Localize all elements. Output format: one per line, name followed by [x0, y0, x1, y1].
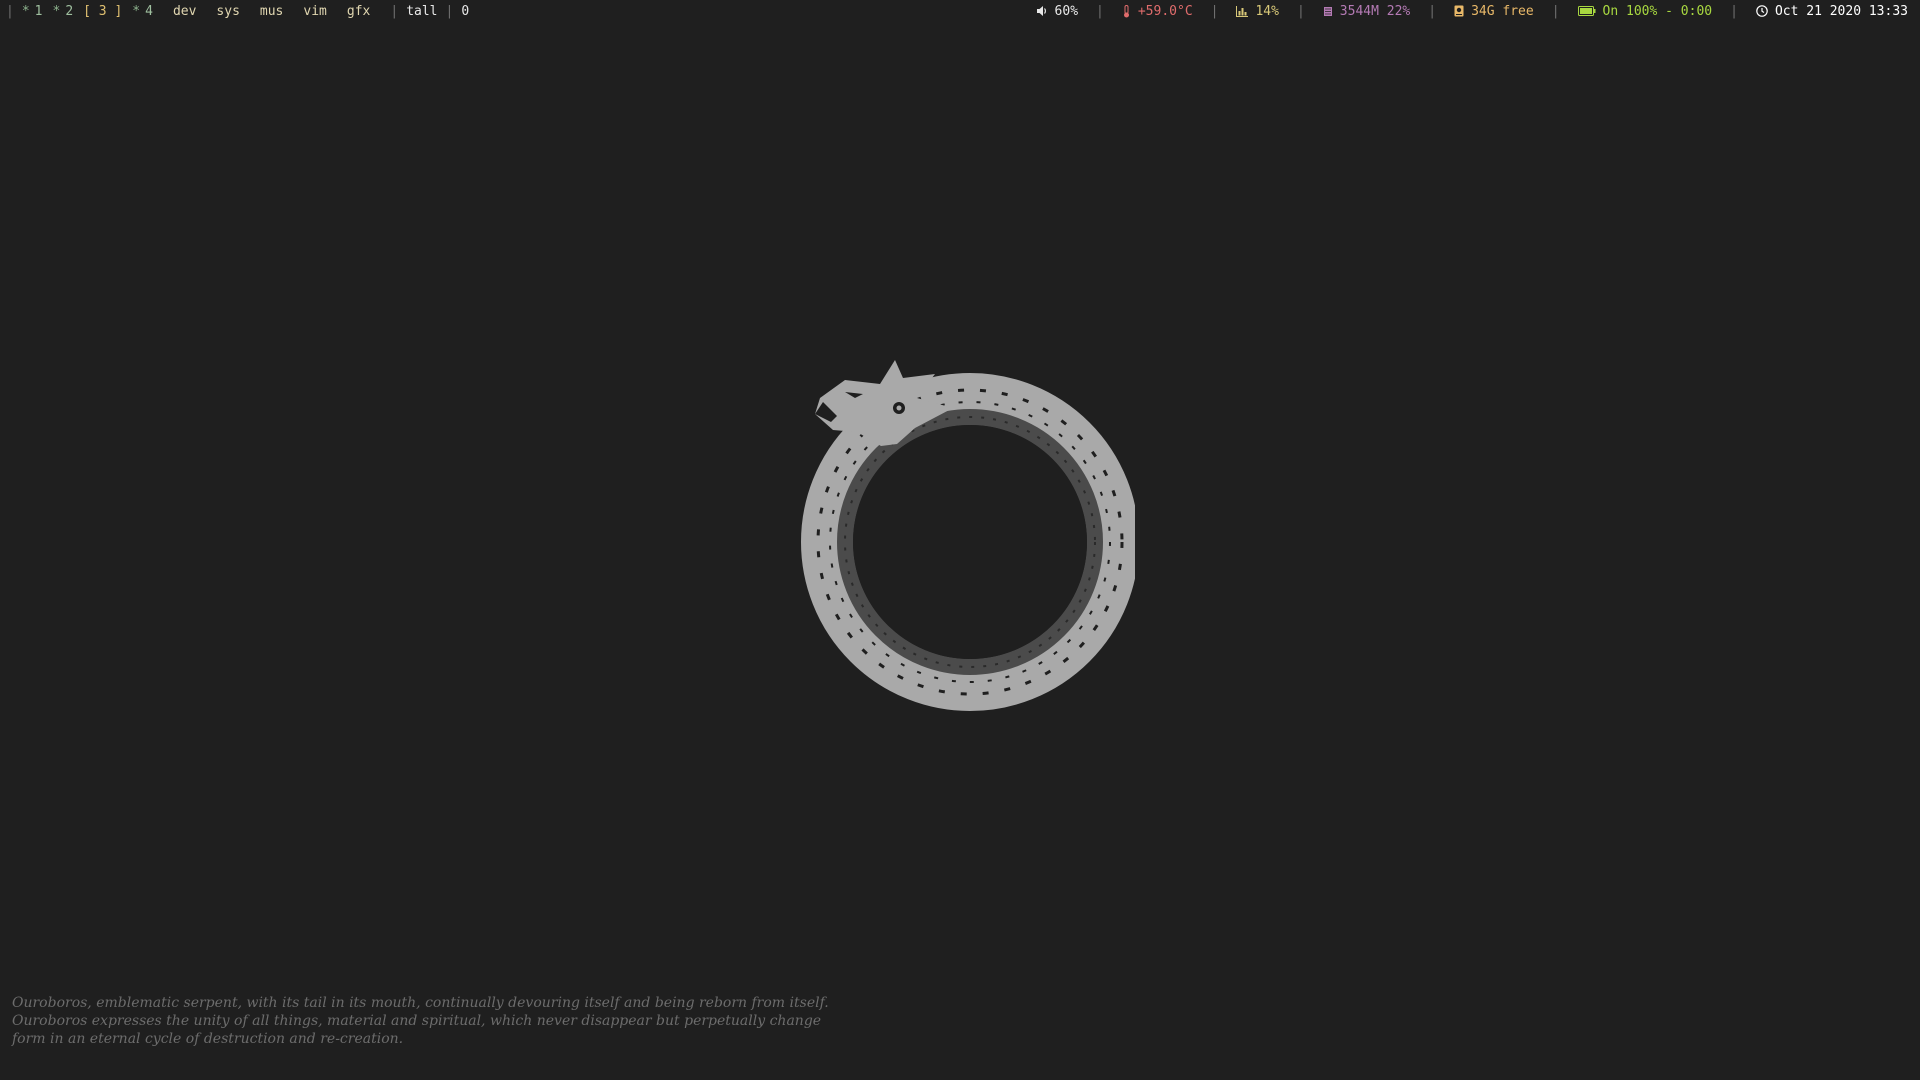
workspace-label: [ 3 ]	[83, 3, 123, 19]
volume-widget[interactable]: 60%	[1036, 4, 1078, 19]
battery-widget: On 100% - 0:00	[1577, 3, 1713, 19]
workspace-label: 2	[65, 3, 74, 19]
status-bar: | * 1 * 2 [ 3 ] * 4 dev sys mus vim gfx | t…	[0, 0, 1920, 22]
separator: |	[1730, 3, 1738, 19]
memory-chip-icon	[1323, 6, 1332, 16]
ouroboros-dragon-image	[801, 360, 1135, 711]
hard-disk-icon	[1454, 5, 1464, 17]
tag-gfx[interactable]: gfx	[347, 4, 370, 19]
separator: |	[6, 3, 14, 19]
volume-text: 60%	[1054, 3, 1079, 19]
workspace-mark: *	[52, 3, 61, 19]
separator: |	[445, 3, 454, 19]
thermometer-icon	[1123, 4, 1129, 17]
clock-icon	[1756, 5, 1768, 17]
battery-text: On 100% - 0:00	[1602, 3, 1713, 19]
separator: |	[1428, 3, 1437, 19]
separator: |	[1096, 3, 1104, 19]
bar-right: 60% | +59.0°C | 14% | 3544M 22% | 34G fr…	[1036, 4, 1920, 19]
separator: |	[1210, 3, 1219, 19]
quote-line: form in an eternal cycle of destruction …	[12, 1031, 404, 1047]
cpu-widget: 14%	[1236, 3, 1279, 19]
workspace-2[interactable]: * 2	[52, 4, 73, 19]
layout-indicator[interactable]: tall	[406, 4, 437, 19]
battery-icon	[1577, 6, 1596, 16]
workspace-label: 4	[145, 3, 153, 19]
separator: |	[390, 3, 399, 19]
disk-widget: 34G free	[1454, 4, 1534, 19]
separator: |	[1296, 3, 1305, 19]
quote-line: Ouroboros expresses the unity of all thi…	[12, 1013, 822, 1029]
tag-sys[interactable]: sys	[216, 4, 239, 19]
workspace-mark: *	[132, 3, 141, 19]
workspace-label: 1	[34, 3, 43, 19]
memory-text: 3544M 22%	[1339, 3, 1411, 19]
memory-widget: 3544M 22%	[1323, 4, 1410, 19]
window-count: 0	[461, 3, 470, 19]
tag-vim[interactable]: vim	[303, 4, 326, 19]
workspace-mark: *	[21, 3, 30, 19]
wallpaper-quote: Ouroboros, emblematic serpent, with its …	[12, 994, 829, 1048]
workspace-4[interactable]: * 4	[132, 4, 153, 19]
clock-text: Oct 21 2020 13:33	[1774, 3, 1908, 19]
disk-text: 34G free	[1471, 3, 1534, 19]
workspace-1[interactable]: * 1	[22, 4, 43, 19]
bar-left: | * 1 * 2 [ 3 ] * 4 dev sys mus vim gfx | t…	[0, 4, 469, 19]
separator: |	[1551, 3, 1560, 19]
temperature-widget: +59.0°C	[1122, 4, 1193, 19]
temperature-text: +59.0°C	[1137, 3, 1193, 19]
tag-mus[interactable]: mus	[260, 4, 283, 19]
clock-widget[interactable]: Oct 21 2020 13:33	[1756, 4, 1908, 19]
bar-chart-icon	[1236, 5, 1249, 17]
cpu-text: 14%	[1255, 3, 1279, 19]
speaker-icon	[1036, 6, 1046, 16]
workspace-3-current[interactable]: [ 3 ]	[83, 4, 122, 19]
quote-line: Ouroboros, emblematic serpent, with its …	[12, 995, 829, 1011]
tag-dev[interactable]: dev	[173, 4, 196, 19]
